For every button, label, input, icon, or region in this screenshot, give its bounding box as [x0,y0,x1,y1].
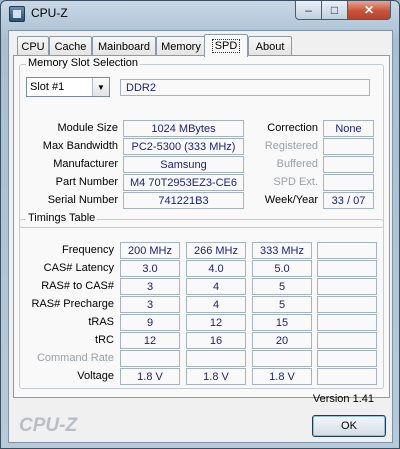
timing-cell: 3 [120,278,180,295]
timing-cell: 4.0 [186,260,246,277]
trc-label: tRC [95,334,114,346]
group-title: Memory Slot Selection [26,57,141,69]
tab-spd[interactable]: SPD [204,34,248,57]
timing-cell: 15 [252,314,312,331]
timing-cell: 266 MHz [186,242,246,259]
timing-cell: 1.8 V [252,368,312,385]
registered-value [323,138,374,155]
max-bandwidth-value: PC2-5300 (333 MHz) [123,138,244,155]
spd-ext-label: SPD Ext. [273,176,318,188]
maximize-button[interactable]: □ [321,1,348,20]
ras-precharge-label: RAS# Precharge [31,298,114,310]
tab-about[interactable]: About [248,36,292,56]
minimize-button[interactable]: – [295,1,322,20]
chevron-down-icon[interactable]: ▼ [92,78,109,96]
tab-label: Memory [161,40,201,53]
timing-cell: 16 [186,332,246,349]
tab-label: Mainboard [98,40,150,53]
timing-cell [186,350,246,367]
frequency-label: Frequency [62,244,114,256]
memory-type-field: DDR2 [120,79,370,96]
manufacturer-label: Manufacturer [53,158,118,170]
tab-mainboard[interactable]: Mainboard [92,36,156,56]
timing-cell: 4 [186,278,246,295]
serial-number-value: 741221B3 [123,192,244,209]
title-bar[interactable]: CPU-Z – □ ✕ [1,1,399,27]
timing-cell [317,350,377,367]
correction-value: None [323,120,374,137]
slot-select-value: Slot #1 [30,81,65,93]
timing-cell: 5.0 [252,260,312,277]
client-area: CPU Cache Mainboard Memory SPD About Mem… [8,30,393,443]
spd-panel: Memory Slot Selection Slot #1 ▼ DDR2 Mod… [13,55,390,398]
tab-label: CPU [21,40,45,53]
tab-label: SPD [211,39,241,53]
module-size-value: 1024 MBytes [123,120,244,137]
week-year-label: Week/Year [264,194,318,206]
version-label: Version 1.41 [312,393,374,405]
timing-cell: 5 [252,296,312,313]
spd-ext-value [323,174,374,191]
timing-cell: 12 [120,332,180,349]
timing-cell: 4 [186,296,246,313]
cpuz-logo: CPU-Z [19,415,78,436]
timing-cell: 333 MHz [252,242,312,259]
timing-cell: 3 [120,296,180,313]
timing-cell [317,296,377,313]
window-title: CPU-Z [31,6,68,20]
timing-cell [317,242,377,259]
command-rate-label: Command Rate [36,352,114,364]
timing-cell [252,350,312,367]
registered-label: Registered [264,140,318,152]
correction-label: Correction [267,122,318,134]
tab-memory[interactable]: Memory [156,36,206,56]
tab-label: Cache [54,40,87,53]
ras-to-cas-label: RAS# to CAS# [41,280,114,292]
manufacturer-value: Samsung [123,156,244,173]
part-number-value: M4 70T2953EZ3-CE6 [123,174,244,191]
voltage-label: Voltage [77,370,114,382]
timing-cell [120,350,180,367]
timing-cell: 9 [120,314,180,331]
timing-cell: 5 [252,278,312,295]
max-bandwidth-label: Max Bandwidth [42,140,118,152]
timing-cell: 3.0 [120,260,180,277]
tab-cache[interactable]: Cache [49,36,92,56]
timing-cell [317,368,377,385]
module-size-label: Module Size [57,122,118,134]
timing-cell: 200 MHz [120,242,180,259]
timing-cell: 20 [252,332,312,349]
buffered-value [323,156,374,173]
buffered-label: Buffered [276,158,318,170]
part-number-label: Part Number [55,176,118,188]
tab-cpu[interactable]: CPU [17,36,49,56]
timing-cell [317,278,377,295]
ok-button[interactable]: OK [312,415,386,437]
tras-label: tRAS [88,316,114,328]
timing-cell: 1.8 V [186,368,246,385]
timing-cell: 12 [186,314,246,331]
timing-cell [317,332,377,349]
timing-cell [317,314,377,331]
close-button[interactable]: ✕ [347,1,391,20]
tab-label: About [255,40,285,53]
group-title: Timings Table [26,212,98,224]
week-year-value: 33 / 07 [323,192,374,209]
timing-cell: 1.8 V [120,368,180,385]
cpuz-window: CPU-Z – □ ✕ CPU Cache Mainboard Memory S… [0,0,400,449]
timing-cell [317,260,377,277]
cas-latency-label: CAS# Latency [43,262,114,274]
slot-select[interactable]: Slot #1 ▼ [26,77,110,97]
serial-number-label: Serial Number [47,194,118,206]
cpuz-app-icon [9,6,25,22]
